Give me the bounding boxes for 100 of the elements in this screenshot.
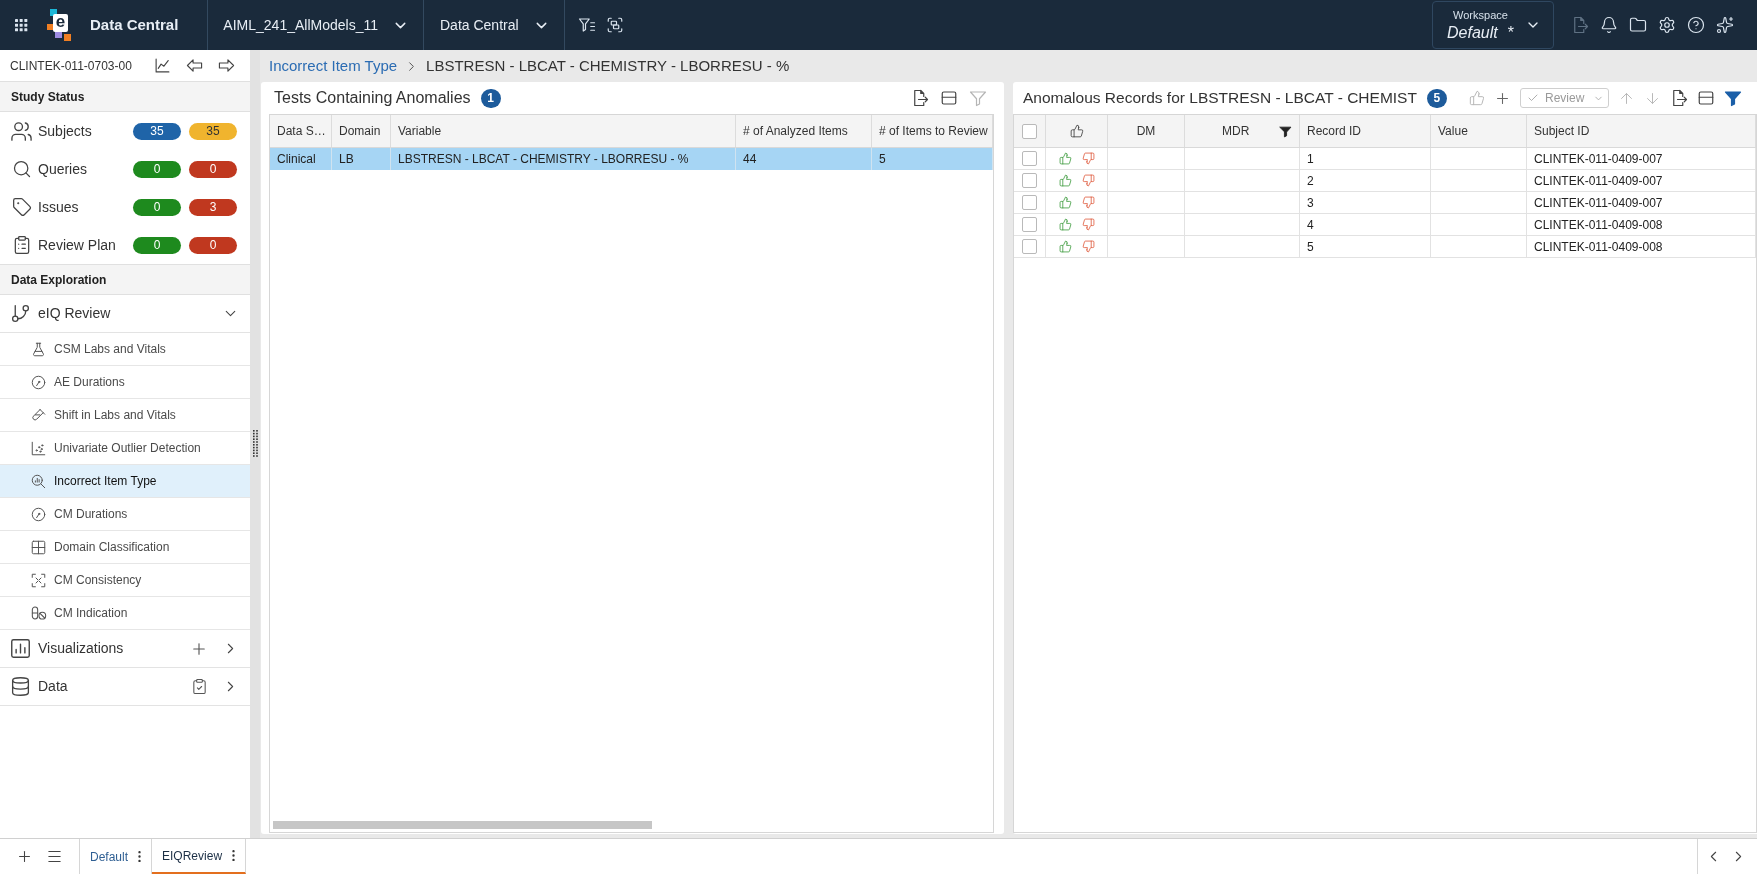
table-cell-text: 4 [1307,216,1314,234]
folder-icon[interactable] [1629,16,1647,34]
row-checkbox[interactable] [1022,217,1037,232]
row-checkbox[interactable] [1022,151,1037,166]
status-label[interactable]: Queries [38,158,88,180]
filter-icon[interactable] [1724,89,1742,107]
gauge-icon [31,506,46,522]
magnifier-chart-icon [31,473,46,489]
column-header[interactable]: Value [1431,115,1527,147]
tag-icon [12,197,32,217]
count-badge: 1 [480,88,501,108]
bar-chart-icon [10,638,31,659]
dashed-frame-icon [31,572,46,588]
breadcrumb-current: LBSTRESN - LBCAT - CHEMISTRY - LBORRESU - % [426,55,790,76]
menu-icon[interactable] [46,848,63,865]
thumbs-down-icon[interactable] [1081,152,1095,165]
count-badge: 5 [1426,88,1447,108]
column-header[interactable]: Variable [391,115,736,147]
nav-group-label[interactable]: eIQ Review [38,303,111,324]
table-cell: 44 [736,148,872,170]
count-badge[interactable]: 35 [189,122,237,140]
thumbs-down-icon[interactable] [1081,196,1095,209]
status-label[interactable]: Review Plan [38,234,116,256]
count-badge[interactable]: 0 [133,236,181,254]
horizontal-scrollbar[interactable] [273,821,652,829]
forward-arrow-icon[interactable] [218,57,235,74]
nav-group-label[interactable]: Visualizations [38,638,124,659]
clipboard-check-icon[interactable] [191,678,208,695]
count-badge[interactable]: 0 [189,160,237,178]
nav-item[interactable]: Incorrect Item Type [0,465,250,498]
bell-icon[interactable] [1600,16,1618,34]
filter-list-button[interactable] [577,16,596,34]
count-badge[interactable]: 0 [133,198,181,216]
select-all-checkbox[interactable] [1022,123,1037,139]
workspace-tab[interactable]: EIQReview [152,839,247,874]
resize-grip-icon [252,430,258,458]
table-cell-text: CLINTEK-011-0409-007 [1534,194,1663,212]
thumbs-up-icon[interactable] [1058,240,1072,253]
app-title: Data Central [90,14,179,35]
table-cell-text: 5 [1307,238,1314,256]
breadcrumb-link[interactable]: Incorrect Item Type [269,54,398,78]
table-cell-text: CLINTEK-011-0409-007 [1534,172,1663,190]
line-chart-icon[interactable] [154,57,171,74]
branch-icon [10,303,31,324]
workspace-selector[interactable]: Workspace Default * [1432,1,1554,49]
table-cell: Clinical [270,148,332,170]
status-label[interactable]: Subjects [38,120,92,142]
row-checkbox[interactable] [1022,195,1037,210]
panel-title: Anomalous Records for LBSTRESN - LBCAT - CHEMIST [1023,88,1417,109]
table-cell-text: CLINTEK-011-0409-008 [1534,238,1663,256]
study-id: CLINTEK-011-0703-00 [10,57,132,75]
study-selector[interactable]: AIML_241_AllModels_11 [208,0,423,50]
thumbs-down-icon[interactable] [1081,218,1095,231]
thumbs-down-icon[interactable] [1081,240,1095,253]
thumbs-up-icon[interactable] [1469,90,1485,106]
column-header[interactable]: Domain [332,115,391,147]
thumbs-up-icon[interactable] [1058,218,1072,231]
filter-icon[interactable] [1279,124,1292,138]
nav-group-label[interactable]: Data [38,676,68,697]
table-cell: LBSTRESN - LBCAT - CHEMISTRY - LBORRESU - % [391,148,736,170]
layout-icon[interactable] [1697,89,1715,107]
column-header[interactable]: MDR [1185,115,1300,147]
filter-list-icon [577,16,596,34]
thumbs-up-icon[interactable] [1058,196,1072,209]
table-cell: 5 [872,148,993,170]
panel-title: Tests Containing Anomalies [274,88,471,108]
flask-icon [31,341,46,357]
search-icon [12,159,32,179]
count-badge[interactable]: 0 [133,160,181,178]
column-header[interactable]: # of Analyzed Items [736,115,872,147]
count-badge[interactable]: 0 [189,236,237,254]
table-row[interactable]: Clinical LB LBSTRESN - LBCAT - CHEMISTRY - LBORRESU - % 44 5 [270,148,993,170]
table-cell: LB [332,148,391,170]
column-header[interactable]: Subject ID [1527,115,1756,147]
thumbs-down-icon[interactable] [1081,174,1095,187]
users-icon [10,119,33,143]
row-checkbox[interactable] [1022,173,1037,188]
module-selector[interactable]: Data Central [424,0,564,50]
export-icon[interactable] [1670,89,1688,107]
help-icon[interactable] [1687,16,1705,34]
column-header[interactable]: Record ID [1300,115,1431,147]
row-checkbox[interactable] [1022,239,1037,254]
thumbs-up-icon[interactable] [1058,152,1072,165]
add-icon[interactable] [16,848,33,865]
column-header[interactable]: DM [1108,115,1185,147]
group-button[interactable] [605,16,624,34]
sidebar-resize-handle[interactable] [250,50,260,838]
settings-icon[interactable] [1658,16,1676,34]
layout-icon[interactable] [940,89,958,107]
thumbs-up-icon[interactable] [1058,174,1072,187]
column-header[interactable]: # of Items to Review [872,115,993,147]
back-arrow-icon[interactable] [186,57,203,74]
count-badge[interactable]: 3 [189,198,237,216]
column-header[interactable]: Data S… [270,115,332,147]
count-badge[interactable]: 35 [133,122,181,140]
export-icon[interactable] [911,89,929,107]
sparkles-icon[interactable] [1716,16,1734,34]
status-label[interactable]: Issues [38,196,79,218]
scatter-chart-icon [31,440,46,456]
app-menu-button[interactable] [12,16,30,34]
